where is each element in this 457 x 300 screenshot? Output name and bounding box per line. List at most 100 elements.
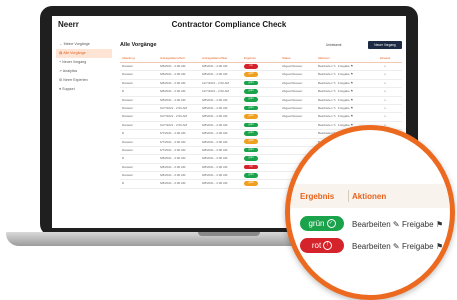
column-header[interactable]: Ergebnis [244, 54, 282, 62]
release-link[interactable]: Freigabe ⚑ [338, 72, 353, 76]
status-badge: grün [244, 156, 258, 161]
status-badge: gelb [244, 181, 258, 186]
release-link[interactable]: Freigabe ⚑ [338, 98, 353, 102]
cell-actions: Bearbeiten ✎Freigabe ⚑ [318, 80, 368, 87]
column-header[interactable]: Antragsdatum/Stat. [202, 54, 244, 62]
hint-icon[interactable]: ● [384, 72, 386, 76]
cell-status: Abgeschlossen [282, 114, 303, 119]
hint-icon[interactable]: ● [384, 114, 386, 118]
cell-date: 6/7/2021 - 2:00 AM [160, 131, 186, 136]
cell-status: Abgeschlossen [282, 64, 303, 68]
cell-hint: ● [368, 63, 402, 70]
new-case-button[interactable]: Neuer Vorgang [368, 41, 402, 49]
zoom-release-link[interactable]: Freigabe [402, 242, 434, 251]
hint-icon[interactable]: ● [384, 106, 386, 110]
cell-date: 6/8/2021 - 2:00 AM [202, 139, 228, 144]
badge-label: rot [311, 241, 322, 250]
zoom-header-actions: Aktionen [352, 192, 387, 201]
cell-hint: ● [368, 105, 402, 112]
cell-hint: ● [368, 80, 402, 87]
cell-date: 6/8/2021 - 2:00 AM [160, 64, 186, 68]
cell-hint: ● [368, 88, 402, 95]
cell-result: rot [244, 164, 282, 171]
edit-link[interactable]: Bearbeiten ✎ [318, 72, 336, 76]
cell-date: 12/7/2021 - 2:00 AM [202, 80, 230, 85]
release-link[interactable]: Freigabe ⚑ [338, 81, 353, 85]
table-row[interactable]: Darwein 6/8/2021 - 2:00 AM 6/8/2021 - 2:00… [120, 63, 402, 72]
hint-icon[interactable]: ● [384, 81, 386, 85]
cell-date: 10/7/2021 - 2:00 AM [160, 122, 188, 127]
table-row[interactable]: Darwein 6/8/2021 - 2:00 AM 6/8/2021 - 2:00… [120, 71, 402, 80]
cell-date: 6/8/2021 - 2:00 AM [160, 164, 186, 169]
hint-icon[interactable]: ● [384, 89, 386, 93]
hint-icon[interactable]: ● [384, 98, 386, 102]
cell-result: grün [244, 97, 282, 104]
edit-link[interactable]: Bearbeiten ✎ [318, 81, 336, 85]
edit-link[interactable]: Bearbeiten ✎ [318, 89, 336, 93]
edit-link[interactable]: Bearbeiten ✎ [318, 123, 336, 127]
hint-icon[interactable]: ● [384, 64, 386, 68]
zoom-edit-link[interactable]: Bearbeiten ✎ [352, 220, 400, 229]
cell-actions: Bearbeiten ✎Freigabe ⚑ [318, 88, 368, 95]
cell-result: grün [244, 130, 282, 137]
cell-hint: ● [368, 113, 402, 120]
badge-label: grün [308, 219, 325, 228]
column-header[interactable]: Abteilung [120, 54, 160, 62]
sidebar-item-neuer-vorgang[interactable]: + Neuer Vorgang [56, 58, 112, 67]
edit-link[interactable]: Bearbeiten ✎ [318, 114, 336, 118]
status-badge: gelb [244, 139, 258, 145]
cell-date: 6/7/2021 - 2:00 AM [160, 147, 186, 152]
cell-result: grün [244, 155, 282, 162]
zoom-status-badge-green: grün ✓ [300, 216, 344, 231]
release-link[interactable]: Freigabe ⚑ [338, 106, 353, 110]
page-title: Contractor Compliance Check [171, 20, 287, 29]
cell-department: Darwein [122, 139, 134, 144]
cell-department: Darwein [122, 64, 134, 68]
table-row[interactable]: Darwein 10/7/2021 - 2:00 AM 6/8/2021 - 2:0… [120, 105, 402, 114]
column-header[interactable]: Antragsdatum/Antr. [160, 54, 202, 62]
release-link[interactable]: Freigabe ⚑ [338, 114, 353, 118]
cell-department: Darwein [122, 105, 134, 110]
cell-actions: Bearbeiten ✎Freigabe ⚑ [318, 71, 368, 78]
alert-icon: ! [323, 241, 333, 251]
cell-department: Darwein [122, 97, 134, 102]
edit-link[interactable]: Bearbeiten ✎ [318, 106, 336, 110]
release-link[interactable]: Freigabe ⚑ [338, 89, 353, 93]
zoom-release-link[interactable]: Freigabe [402, 220, 434, 229]
sidebar-item-alle-vorgaenge[interactable]: ▤ Alle Vorgänge [56, 49, 112, 58]
cell-status: Abgeschlossen [282, 80, 303, 85]
edit-link[interactable]: Bearbeiten ✎ [318, 64, 336, 68]
sidebar-item-meine-vorgaenge[interactable]: ← Meine Vorgänge [56, 40, 112, 49]
cell-actions: Bearbeiten ✎Freigabe ⚑ [318, 113, 368, 120]
edit-link[interactable]: Bearbeiten ✎ [318, 98, 336, 102]
table-row[interactable]: Darwein 6/8/2021 - 2:00 AM 12/7/2021 - 2:0… [120, 80, 402, 89]
zoom-header-result: Ergebnis [300, 192, 335, 201]
sidebar-item-experten[interactable]: ⚙ Neerr Experten [56, 76, 112, 85]
status-badge: gelb [244, 72, 258, 77]
zoom-edit-link[interactable]: Bearbeiten ✎ [352, 242, 400, 251]
table-row[interactable]: Darwein 6/8/2021 - 2:00 AM 6/8/2021 - 2:00… [120, 97, 402, 105]
filter-link[interactable]: Unbekannt [326, 42, 341, 48]
status-badge: grün [244, 97, 258, 103]
cell-department: Darwein [122, 173, 134, 178]
column-header[interactable]: Status [282, 54, 318, 62]
release-link[interactable]: Freigabe ⚑ [338, 64, 353, 68]
table-row[interactable]: D 6/8/2021 - 2:00 AM 12/7/2021 - 2:00 AM gr… [120, 88, 402, 97]
table-row[interactable]: Darwein 10/7/2021 - 2:00 AM 6/8/2021 - 2:0… [120, 113, 402, 122]
sidebar-item-support[interactable]: ● Support [56, 85, 112, 94]
cell-result: grün [244, 172, 282, 179]
sidebar-item-analytics[interactable]: ↗ Analytics [56, 67, 112, 76]
cell-status: Abgeschlossen [282, 97, 303, 102]
cell-date: 6/8/2021 - 2:00 AM [202, 147, 228, 152]
release-icon: ⚑ [436, 242, 444, 251]
column-header[interactable]: Aktionen [318, 54, 368, 62]
cell-actions: Bearbeiten ✎Freigabe ⚑ [318, 63, 368, 70]
cell-date: 6/8/2021 - 2:00 AM [202, 156, 228, 161]
table-header: Abteilung Antragsdatum/Antr. Antragsdatu… [120, 54, 402, 63]
cell-department: D [122, 181, 125, 186]
status-badge: grün [244, 122, 258, 128]
status-badge: grün [244, 147, 258, 153]
status-badge: grün [244, 80, 258, 86]
column-header[interactable]: Hinweis [368, 54, 402, 62]
cell-result: gelb [244, 71, 282, 78]
